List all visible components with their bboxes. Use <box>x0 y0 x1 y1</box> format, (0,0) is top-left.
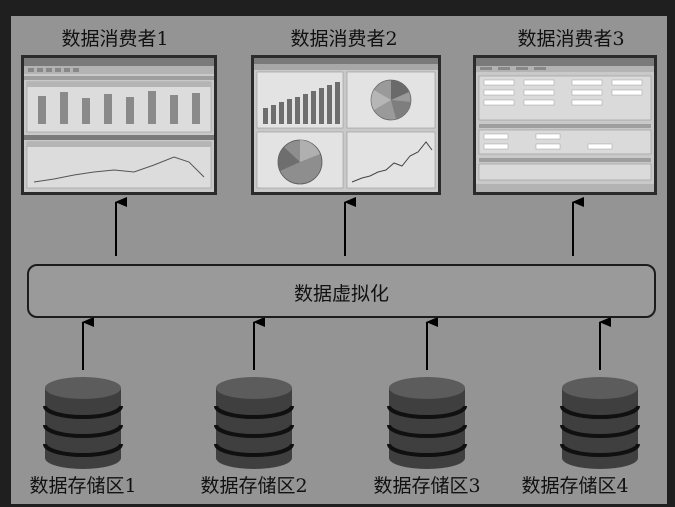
database-icon-4 <box>560 375 640 471</box>
store-2-label: 数据存储区2 <box>200 475 308 497</box>
store-1-label: 数据存储区1 <box>29 475 137 497</box>
diagram-canvas: 数据消费者1 数据消费者2 数据消费者3 数据虚拟化 数据存储区1 数据存储区2… <box>11 16 667 504</box>
database-icon-1 <box>43 375 123 471</box>
storage-layer <box>43 375 640 471</box>
store-4-label: 数据存储区4 <box>521 475 629 497</box>
database-icon-2 <box>214 375 294 471</box>
database-icon-3 <box>387 375 467 471</box>
store-3-label: 数据存储区3 <box>373 475 481 497</box>
